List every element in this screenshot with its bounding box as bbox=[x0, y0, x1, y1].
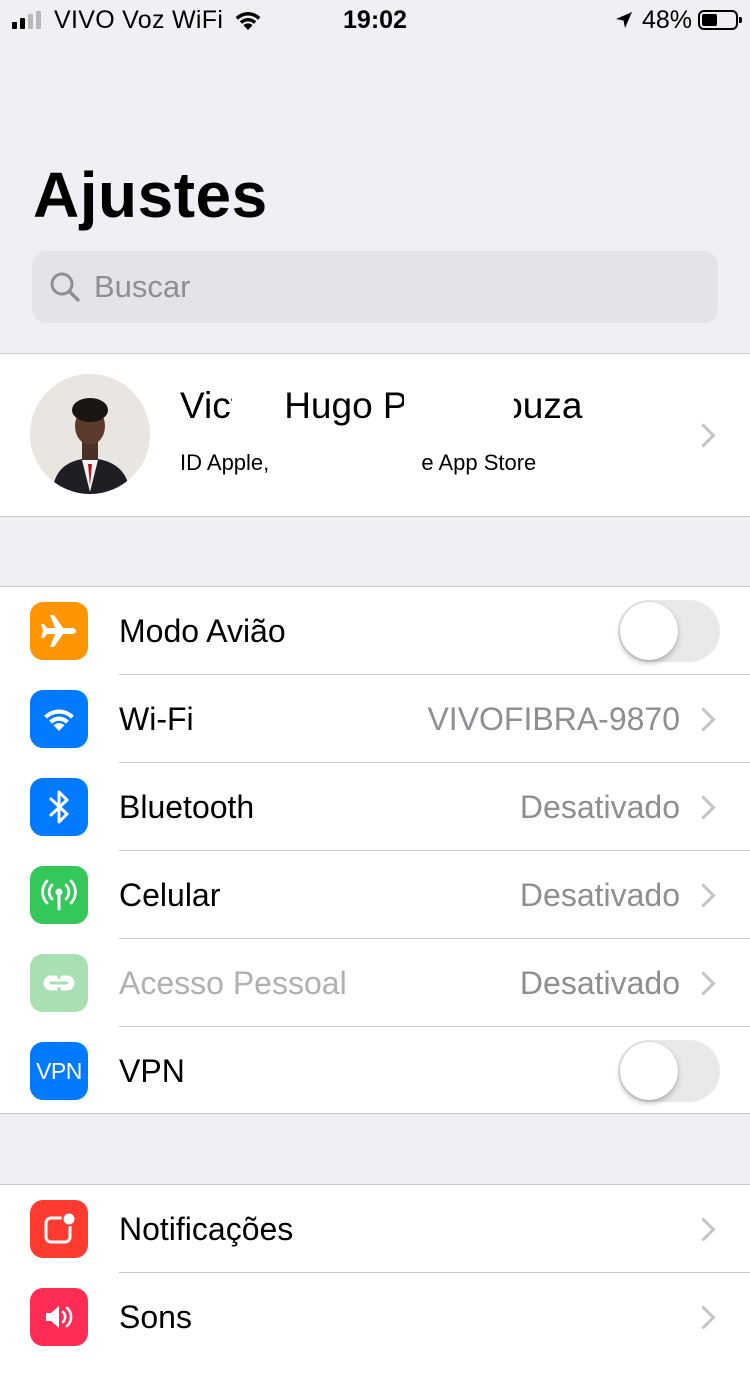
avatar bbox=[30, 374, 150, 494]
vpn-icon: VPN bbox=[30, 1042, 88, 1100]
notifications-group: Notificações Sons bbox=[0, 1184, 750, 1385]
search-input[interactable] bbox=[94, 269, 654, 305]
chevron-right-icon bbox=[691, 1217, 716, 1242]
row-label: Wi-Fi bbox=[119, 701, 194, 737]
cellular-icon bbox=[30, 866, 88, 924]
chevron-right-icon bbox=[691, 1305, 716, 1330]
vpn-toggle[interactable] bbox=[618, 1040, 720, 1102]
row-vpn[interactable]: VPN VPN bbox=[0, 1027, 750, 1115]
row-personal-hotspot[interactable]: Acesso Pessoal Desativado bbox=[0, 939, 750, 1027]
battery-percent: 48% bbox=[641, 5, 692, 34]
row-sounds[interactable]: Sons bbox=[0, 1273, 750, 1361]
hotspot-icon bbox=[30, 954, 88, 1012]
row-value: Desativado bbox=[519, 877, 680, 913]
search-bar[interactable] bbox=[32, 251, 718, 323]
row-label: Notificações bbox=[119, 1211, 294, 1247]
row-value: Desativado bbox=[519, 965, 680, 1001]
row-cellular[interactable]: Celular Desativado bbox=[0, 851, 750, 939]
row-label: Bluetooth bbox=[119, 789, 255, 825]
row-value: Desativado bbox=[519, 789, 680, 825]
row-label: VPN bbox=[119, 1053, 185, 1089]
chevron-right-icon bbox=[691, 707, 716, 732]
notifications-icon bbox=[30, 1200, 88, 1258]
row-bluetooth[interactable]: Bluetooth Desativado bbox=[0, 763, 750, 851]
apple-id-profile-row[interactable] bbox=[0, 353, 750, 517]
row-wifi[interactable]: Wi-Fi VIVOFIBRA-9870 bbox=[0, 675, 750, 763]
connectivity-group: Modo Avião Wi-Fi VIVOFIBRA-9870 Bluetoot… bbox=[0, 586, 750, 1114]
location-arrow-icon bbox=[615, 12, 632, 28]
airplane-mode-toggle[interactable] bbox=[618, 600, 720, 662]
row-notifications[interactable]: Notificações bbox=[0, 1185, 750, 1273]
row-label: Acesso Pessoal bbox=[119, 965, 347, 1001]
vpn-icon-text: VPN bbox=[36, 1057, 82, 1084]
row-value: VIVOFIBRA-9870 bbox=[427, 701, 680, 737]
sounds-icon bbox=[30, 1288, 88, 1346]
row-label: Celular bbox=[119, 877, 221, 913]
chevron-right-icon bbox=[691, 795, 716, 820]
chevron-right-icon bbox=[691, 971, 716, 996]
bluetooth-icon bbox=[30, 778, 88, 836]
battery-icon bbox=[698, 10, 742, 30]
page-title: Ajustes bbox=[33, 159, 268, 231]
row-label: Sons bbox=[119, 1299, 192, 1335]
row-label: Modo Avião bbox=[119, 613, 286, 649]
status-bar: VIVO Voz WiFi 19:02 48% bbox=[0, 0, 750, 40]
wifi-icon bbox=[30, 690, 88, 748]
search-icon bbox=[50, 272, 80, 302]
row-airplane-mode[interactable]: Modo Avião bbox=[0, 587, 750, 675]
airplane-icon bbox=[30, 602, 88, 660]
chevron-right-icon bbox=[691, 883, 716, 908]
